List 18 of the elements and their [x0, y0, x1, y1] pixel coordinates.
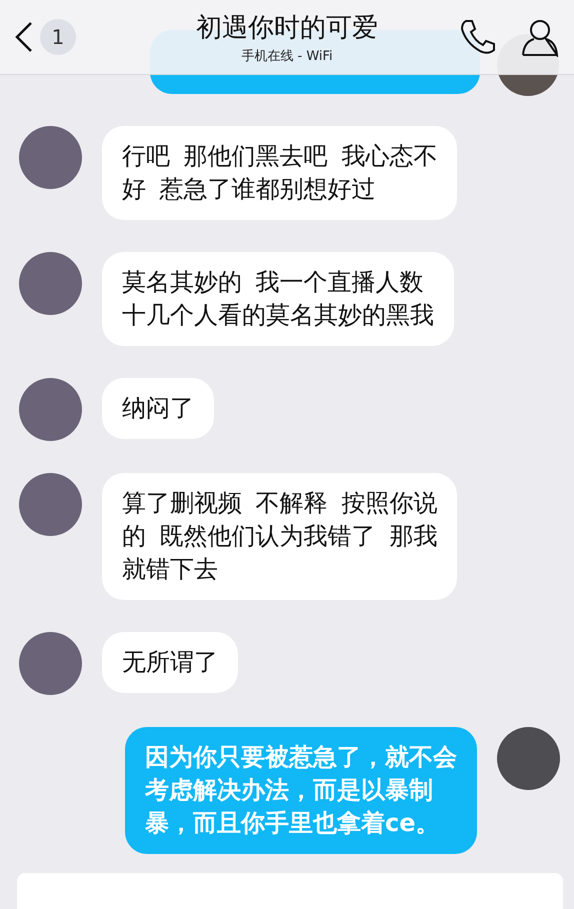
message-text: 算了删视频 不解释 按照你说 — [122, 488, 438, 519]
message-text: 行吧 那他们黑去吧 我心态不 — [122, 141, 438, 172]
online-status: 手机在线 - WiFi — [241, 48, 333, 64]
message-text: 好 惹急了谁都别想好过 — [122, 174, 376, 205]
message-text: 就错下去 — [122, 554, 218, 585]
message-text: 纳闷了 — [122, 393, 194, 424]
phone-icon[interactable] — [458, 17, 498, 57]
message-text: 十几个人看的莫名其妙的黑我 — [122, 300, 434, 331]
message-text: 考虑解决办法，而是以暴制 — [145, 775, 433, 806]
message-text: 莫名其妙的 我一个直播人数 — [122, 267, 424, 298]
message-text: 的 既然他们认为我错了 那我 — [122, 521, 438, 552]
person-icon[interactable] — [520, 17, 560, 57]
message-text: 因为你只要被惹急了，就不会 — [145, 742, 457, 773]
unread-badge: 1 — [40, 19, 76, 55]
back-icon[interactable] — [14, 21, 34, 53]
message-text: 暴，而且你手里也拿着ce。 — [145, 808, 440, 839]
message-text: 无所谓了 — [122, 647, 218, 678]
chat-title: 初遇你时的可爱 — [196, 12, 378, 44]
